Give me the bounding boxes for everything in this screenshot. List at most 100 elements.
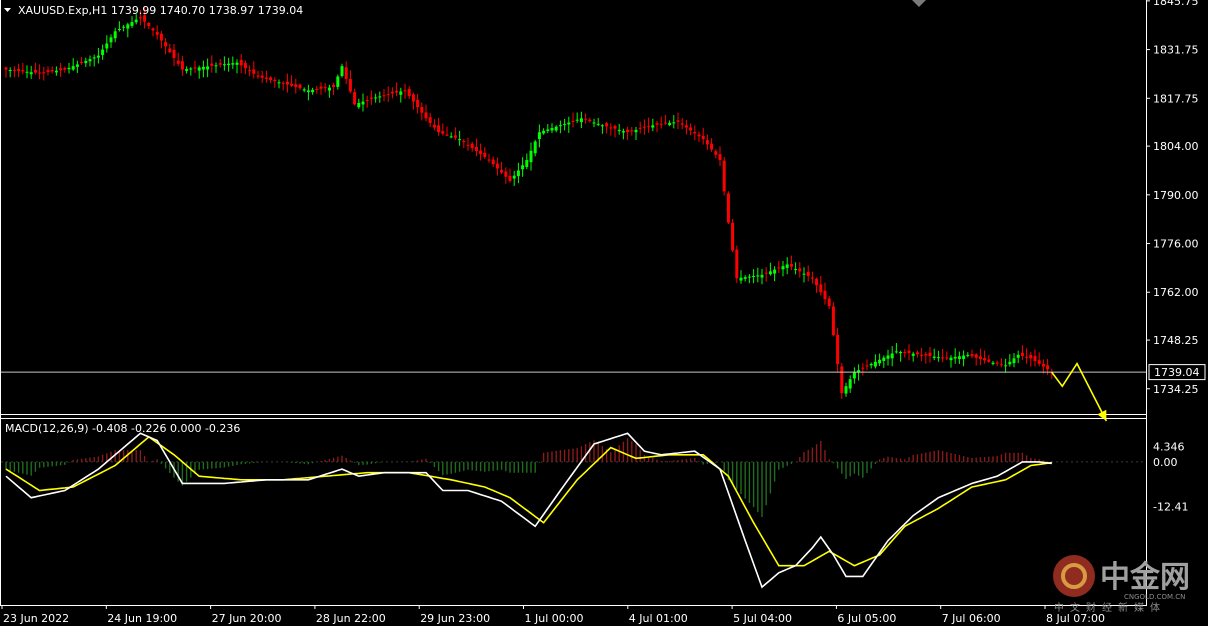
candle-body: [369, 97, 373, 99]
candle-body: [201, 66, 205, 70]
candle-body: [693, 131, 697, 134]
candle-body: [621, 131, 625, 133]
candle-body: [1012, 358, 1016, 364]
candle-body: [281, 82, 285, 84]
candle-body: [54, 70, 58, 73]
candle-body: [962, 355, 966, 359]
candle-body: [735, 249, 739, 279]
candle-body: [970, 354, 974, 357]
candle-body: [17, 69, 21, 71]
candle-body: [180, 61, 184, 70]
candle-body: [785, 264, 789, 268]
candle-body: [697, 134, 701, 137]
candle-body: [445, 134, 449, 136]
price-axis-label: 1776.00: [1153, 238, 1199, 251]
candle-body: [714, 151, 718, 155]
price-tag-label: 1739.04: [1154, 366, 1200, 379]
candle-body: [810, 277, 814, 279]
candle-body: [705, 140, 709, 145]
time-axis-label: 5 Jul 04:00: [733, 612, 792, 625]
candle-body: [332, 84, 336, 87]
candle-body: [248, 70, 252, 72]
candle-body: [1008, 361, 1012, 365]
candle-body: [500, 169, 504, 173]
candle-body: [831, 306, 835, 336]
candle-body: [424, 112, 428, 119]
candle-body: [134, 19, 138, 23]
candle-body: [852, 372, 856, 379]
symbol-header: XAUUSD.Exp,H1 1739.99 1740.70 1738.97 17…: [18, 4, 303, 17]
candle-body: [840, 366, 844, 394]
chart-canvas: 1845.75 1831.75 1817.75 1804.00 1790.00 1776.…: [0, 0, 1208, 626]
candle-body: [117, 28, 121, 30]
candle-body: [596, 123, 600, 125]
candle-body: [722, 160, 726, 192]
candle-body: [46, 70, 50, 72]
candle-body: [386, 94, 390, 96]
candle-body: [38, 72, 42, 74]
candle-body: [50, 70, 54, 72]
macd-axis-label: -12.41: [1153, 500, 1188, 513]
candle-body: [941, 357, 945, 359]
time-axis-label: 29 Jun 23:00: [420, 612, 490, 625]
candle-body: [638, 127, 642, 129]
candle-body: [122, 26, 126, 28]
candle-body: [903, 352, 907, 354]
candle-body: [340, 66, 344, 76]
candle-body: [75, 64, 79, 67]
candle-body: [659, 123, 663, 125]
candle-body: [8, 70, 12, 72]
candle-body: [80, 61, 84, 63]
price-axis-label: 1790.00: [1153, 189, 1199, 202]
candle-body: [542, 130, 546, 134]
candle-body: [407, 88, 411, 97]
candle-body: [260, 75, 264, 78]
candle-body: [42, 72, 46, 74]
candle-body: [991, 362, 995, 364]
candle-body: [844, 386, 848, 394]
price-axis-label: 1804.00: [1153, 140, 1199, 153]
candle-body: [777, 267, 781, 269]
candle-body: [525, 160, 529, 167]
candle-body: [848, 379, 852, 389]
price-axis-label: 1845.75: [1153, 0, 1199, 8]
candle-body: [458, 139, 462, 141]
candle-body: [390, 91, 394, 94]
candle-body: [159, 33, 163, 41]
candle-body: [294, 84, 298, 87]
candle-body: [59, 68, 63, 71]
candle-body: [710, 143, 714, 150]
time-axis-label: 6 Jul 05:00: [837, 612, 896, 625]
candle-body: [651, 125, 655, 128]
candle-body: [689, 127, 693, 131]
candle-body: [886, 355, 890, 359]
candle-body: [256, 75, 260, 77]
candle-body: [819, 284, 823, 293]
candle-body: [529, 150, 533, 163]
candle-body: [441, 131, 445, 134]
candle-body: [630, 130, 634, 132]
candle-body: [647, 126, 651, 128]
candle-body: [71, 66, 75, 70]
watermark-subtext: 中文财经新媒体: [1054, 601, 1166, 614]
candle-body: [504, 171, 508, 177]
chart-background: [0, 0, 1208, 626]
price-axis-label: 1762.00: [1153, 286, 1199, 299]
time-axis-label: 1 Jul 00:00: [525, 612, 584, 625]
candle-body: [999, 364, 1003, 366]
candle-body: [411, 94, 415, 102]
candle-body: [109, 37, 113, 43]
candle-body: [382, 95, 386, 97]
candle-body: [327, 87, 331, 91]
candle-body: [197, 67, 201, 71]
candle-body: [949, 357, 953, 361]
candle-body: [4, 67, 8, 70]
candle-body: [1004, 365, 1008, 367]
macd-axis-label: 0.00: [1153, 456, 1178, 469]
candle-body: [701, 135, 705, 140]
candle-body: [752, 276, 756, 277]
time-axis-label: 27 Jun 20:00: [212, 612, 282, 625]
candle-body: [126, 24, 130, 29]
candle-body: [403, 90, 407, 92]
candle-body: [483, 152, 487, 158]
